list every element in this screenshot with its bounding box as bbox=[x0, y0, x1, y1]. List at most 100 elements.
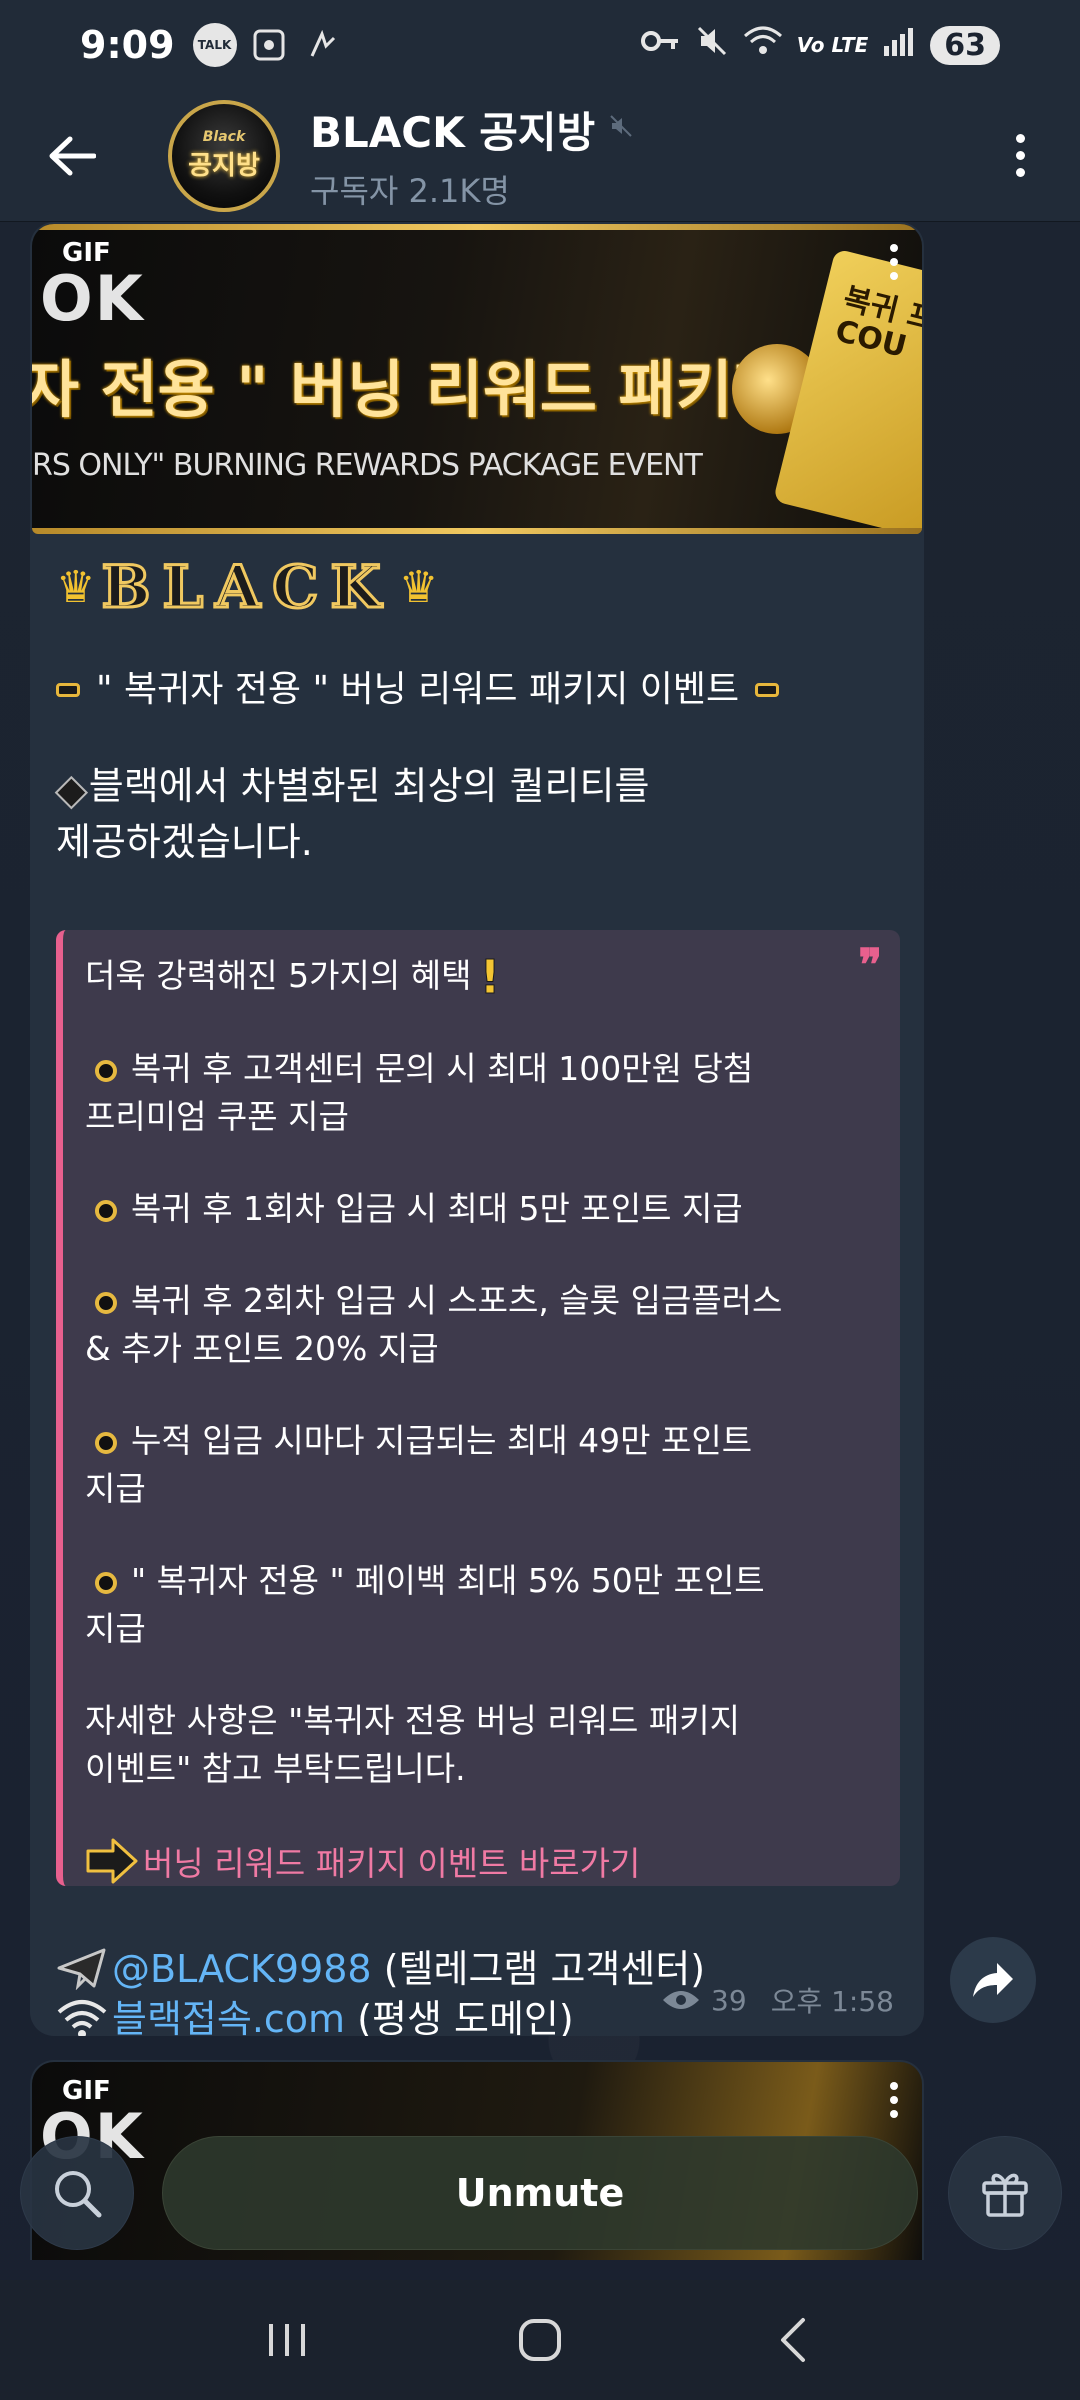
benefit-text: 복귀 후 2회차 입금 시 스포츠, 슬롯 입금플러스 bbox=[131, 1281, 783, 1320]
system-nav-bar bbox=[0, 2280, 1080, 2400]
benefit-text: & 추가 포인트 20% 지급 bbox=[85, 1329, 439, 1368]
chevron-left-icon bbox=[781, 2318, 806, 2362]
telegram-handle-link[interactable]: @BLACK9988 bbox=[112, 1947, 372, 1991]
status-bar: 9:09 TALK Vo LTE 63 bbox=[0, 0, 1080, 90]
share-arrow-icon bbox=[973, 1963, 1013, 1997]
bar-emoji-icon bbox=[755, 683, 780, 697]
telegram-label: (텔레그램 고객센터) bbox=[383, 1947, 706, 1991]
exclamation-icon: ! bbox=[479, 950, 501, 1004]
message-bubble[interactable]: OK 자 전용 " 버닝 리워드 패키지 이벤트 RS ONLY" BURNIN… bbox=[30, 222, 924, 2036]
quality-line-1: 블랙에서 차별화된 최상의 퀄리티를 bbox=[88, 764, 650, 808]
dot bbox=[890, 2110, 898, 2118]
channel-avatar[interactable]: Black 공지방 bbox=[168, 99, 280, 212]
search-button[interactable] bbox=[20, 2136, 134, 2250]
volte-label: Vo LTE bbox=[796, 33, 869, 57]
event-link[interactable]: 버닝 리워드 패키지 이벤트 바로가기 bbox=[85, 1837, 876, 1885]
mute-sound-icon bbox=[695, 24, 729, 66]
gif-banner[interactable]: OK 자 전용 " 버닝 리워드 패키지 이벤트 RS ONLY" BURNIN… bbox=[32, 224, 922, 534]
bottom-action-bar: Unmute bbox=[0, 2120, 1080, 2280]
event-link-text[interactable]: 버닝 리워드 패키지 이벤트 바로가기 bbox=[143, 1837, 640, 1885]
note-line-1: 자세한 사항은 "복귀자 전용 버닝 리워드 패키지 bbox=[85, 1701, 740, 1740]
crown-icon: ♛ bbox=[56, 561, 96, 613]
benefit-text: 복귀 후 고객센터 문의 시 최대 100만원 당첨 bbox=[131, 1049, 754, 1088]
crown-icon: ♛ bbox=[398, 561, 439, 613]
benefit-item: 복귀 후 1회차 입금 시 최대 5만 포인트 지급 bbox=[85, 1185, 876, 1233]
quote-heading: 더욱 강력해진 5가지의 혜택! bbox=[85, 950, 876, 1004]
quote-heading-text: 더욱 강력해진 5가지의 혜택 bbox=[85, 956, 472, 995]
avatar-big-text: 공지방 bbox=[188, 151, 260, 181]
muted-icon bbox=[609, 114, 633, 145]
share-button[interactable] bbox=[950, 1937, 1036, 2023]
bar-emoji-icon bbox=[56, 683, 80, 697]
dot bbox=[890, 2082, 898, 2090]
benefit-item: 누적 입금 시마다 지급되는 최대 49만 포인트 지급 bbox=[85, 1417, 876, 1513]
view-count: 39 bbox=[711, 1983, 747, 2017]
key-icon bbox=[640, 27, 681, 63]
recent-apps-button[interactable] bbox=[247, 2300, 327, 2380]
back-button[interactable] bbox=[36, 120, 108, 192]
benefit-text: 복귀 후 1회차 입금 시 최대 5만 포인트 지급 bbox=[131, 1189, 743, 1228]
bullet-icon bbox=[95, 1432, 117, 1454]
channel-title: BLACK 공지방 bbox=[310, 99, 633, 160]
event-title-line: " 복귀자 전용 " 버닝 리워드 패키지 이벤트 bbox=[56, 666, 898, 714]
quote-note: 자세한 사항은 "복귀자 전용 버닝 리워드 패키지 이벤트" 참고 부탁드립니… bbox=[85, 1697, 876, 1793]
avatar-small-text: Black bbox=[202, 129, 246, 145]
chat-header: Black 공지방 BLACK 공지방 구독자 2.1K명 bbox=[0, 90, 1080, 222]
note-line-2: 이벤트" 참고 부탁드립니다. bbox=[85, 1749, 466, 1788]
dot bbox=[1015, 151, 1025, 160]
dot bbox=[890, 244, 898, 252]
more-options-button[interactable] bbox=[1000, 120, 1040, 192]
quote-icon: ❞ bbox=[858, 940, 882, 991]
event-title: " 복귀자 전용 " 버닝 리워드 패키지 이벤트 bbox=[96, 669, 740, 710]
dot bbox=[890, 258, 898, 266]
benefit-text: 누적 입금 시마다 지급되는 최대 49만 포인트 bbox=[131, 1421, 753, 1460]
gift-button[interactable] bbox=[948, 2136, 1062, 2250]
channel-info[interactable]: BLACK 공지방 구독자 2.1K명 bbox=[310, 99, 633, 212]
unmute-button[interactable]: Unmute bbox=[162, 2136, 918, 2250]
screenshot-icon bbox=[247, 23, 291, 67]
message-time: 오후 1:58 bbox=[770, 1985, 894, 2018]
message-text: ♛ BLACK ♛ " 복귀자 전용 " 버닝 리워드 패키지 이벤트 ◆블랙에… bbox=[30, 552, 924, 2036]
domain-link[interactable]: 블랙접속.com bbox=[112, 1997, 345, 2036]
bullet-icon bbox=[95, 1292, 117, 1314]
benefit-text: 지급 bbox=[85, 1469, 146, 1508]
quote-block: ❞ 더욱 강력해진 5가지의 혜택! 복귀 후 고객센터 문의 시 최대 100… bbox=[56, 930, 900, 1886]
banner-subtitle: RS ONLY" BURNING REWARDS PACKAGE EVENT bbox=[32, 448, 703, 483]
gift-icon bbox=[982, 2173, 1028, 2217]
banner-stripe bbox=[32, 224, 922, 230]
search-icon bbox=[55, 2171, 102, 2218]
subscriber-count: 구독자 2.1K명 bbox=[310, 172, 510, 210]
gif-menu-button[interactable] bbox=[890, 244, 898, 280]
home-icon bbox=[518, 2319, 561, 2361]
back-arrow-icon bbox=[49, 136, 96, 175]
wifi-status-icon bbox=[743, 24, 783, 66]
signal-icon bbox=[882, 26, 916, 64]
message-meta: 39 오후 1:58 bbox=[661, 1980, 894, 2020]
system-back-button[interactable] bbox=[753, 2300, 833, 2380]
benefit-text: " 복귀자 전용 " 페이백 최대 5% 50만 포인트 bbox=[131, 1561, 765, 1600]
dot bbox=[1015, 168, 1025, 177]
banner-stripe bbox=[32, 528, 922, 534]
quality-text: ◆블랙에서 차별화된 최상의 퀄리티를 제공하겠습니다. bbox=[55, 760, 898, 868]
paper-plane-icon bbox=[57, 1948, 106, 1990]
kakaotalk-icon: TALK bbox=[192, 23, 237, 67]
home-button[interactable] bbox=[500, 2300, 580, 2380]
status-time: 9:09 bbox=[80, 23, 175, 67]
benefit-item: " 복귀자 전용 " 페이백 최대 5% 50만 포인트 지급 bbox=[85, 1557, 876, 1653]
channel-name: BLACK 공지방 bbox=[310, 108, 596, 157]
bullet-icon bbox=[95, 1572, 117, 1594]
brand-line: ♛ BLACK ♛ bbox=[56, 552, 898, 623]
benefit-text: 지급 bbox=[85, 1609, 146, 1648]
app-notification-icon bbox=[301, 23, 345, 67]
eye-icon bbox=[663, 1991, 700, 2009]
gif-menu-button[interactable] bbox=[890, 2082, 898, 2118]
benefit-item: 복귀 후 고객센터 문의 시 최대 100만원 당첨 프리미엄 쿠폰 지급 bbox=[85, 1045, 876, 1141]
quality-line-2: 제공하겠습니다. bbox=[56, 820, 313, 864]
arrow-right-icon bbox=[86, 1838, 138, 1884]
dot bbox=[1015, 134, 1025, 143]
banner-brand: OK bbox=[40, 262, 145, 335]
status-indicators: Vo LTE 63 bbox=[640, 24, 1000, 66]
brand-letters: BLACK bbox=[100, 552, 393, 623]
battery-level: 63 bbox=[930, 25, 1000, 65]
dot bbox=[890, 2096, 898, 2104]
